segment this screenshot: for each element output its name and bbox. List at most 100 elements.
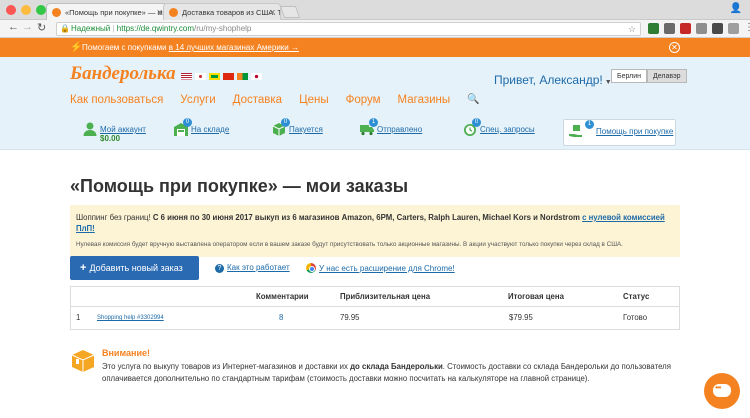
- chat-bubble-icon: [713, 383, 731, 397]
- nav-services[interactable]: Услуги: [180, 94, 215, 106]
- flag-br-icon[interactable]: [209, 73, 220, 80]
- warning-title: Внимание!: [102, 348, 150, 358]
- minimize-window-button[interactable]: [21, 5, 31, 15]
- comments-count[interactable]: 8: [279, 307, 283, 329]
- browser-tab-shophelp[interactable]: «Помощь при покупке» — м ✕: [46, 3, 168, 20]
- flag-us-icon[interactable]: [181, 73, 192, 80]
- reload-icon[interactable]: ↻: [37, 21, 46, 34]
- site-logo[interactable]: Бандеролька: [70, 63, 176, 85]
- hand-box-icon: [569, 125, 582, 137]
- nav-forum[interactable]: Форум: [346, 94, 381, 106]
- account-balance: $0.00: [100, 134, 121, 143]
- promo-notice: Шоппинг без границ! С 6 июня по 30 июня …: [70, 205, 680, 257]
- flag-kr-icon[interactable]: [195, 73, 206, 80]
- how-it-works-link[interactable]: ? Как это работает: [215, 263, 290, 273]
- close-tab-icon[interactable]: ✕: [269, 4, 276, 20]
- lightning-icon: ⚡: [70, 42, 83, 53]
- subnav-label: Мой аккаунт: [100, 125, 146, 134]
- add-order-label: Добавить новый заказ: [89, 263, 183, 273]
- close-tab-icon[interactable]: ✕: [156, 4, 163, 20]
- account-subnav: Мой аккаунт $0.00 0 На складе 0 Пакуется…: [0, 118, 750, 146]
- browser-tab-bar: «Помощь при покупке» — м ✕ Доставка това…: [0, 0, 750, 20]
- subnav-label: Пакуется: [289, 125, 323, 134]
- warning-text: Это услуга по выкупу товаров из Интернет…: [102, 361, 682, 385]
- extension-icon[interactable]: [680, 23, 691, 34]
- chrome-extension-label: У нас есть расширение для Chrome!: [319, 264, 455, 273]
- address-bar-row: ← → ↻ 🔒 Надежный | https://de.qwintry.co…: [0, 20, 750, 38]
- site-favicon-icon: [169, 8, 178, 17]
- close-promo-icon[interactable]: ✕: [669, 42, 680, 53]
- search-icon[interactable]: 🔍: [467, 94, 479, 106]
- promo-label: Помогаем с покупками: [82, 43, 167, 52]
- col-comments: Комментарии: [256, 292, 309, 301]
- table-header: Комментарии Приблизительная цена Итогова…: [71, 287, 679, 307]
- warning-block: Внимание! Это услуга по выкупу товаров и…: [70, 345, 690, 395]
- nav-how-to-use[interactable]: Как пользоваться: [70, 94, 163, 106]
- chrome-extension-link[interactable]: У нас есть расширение для Chrome!: [306, 263, 455, 273]
- chrome-icon: [306, 263, 316, 273]
- new-tab-button[interactable]: [279, 6, 301, 18]
- order-status: Готово: [623, 313, 648, 322]
- how-it-works-label: Как это работает: [227, 263, 290, 272]
- nav-delivery[interactable]: Доставка: [233, 94, 282, 106]
- user-icon: [83, 122, 97, 136]
- notice-bold: С 6 июня по 30 июня 2017 выкуп из 6 мага…: [152, 213, 580, 222]
- user-profile-icon[interactable]: 👤: [730, 3, 742, 14]
- tab-title: Доставка товаров из США. Т: [182, 8, 281, 17]
- box-warning-icon: [71, 350, 95, 372]
- warehouse-switch: Берлин Делавэр: [611, 69, 687, 83]
- flag-in-icon[interactable]: [237, 73, 248, 80]
- browser-tab-delivery[interactable]: Доставка товаров из США. Т ✕: [163, 3, 281, 20]
- url-input[interactable]: 🔒 Надежный | https://de.qwintry.com/ru/m…: [56, 22, 641, 36]
- col-status: Статус: [623, 292, 650, 301]
- flag-jp-icon[interactable]: [251, 73, 262, 80]
- forward-arrow-icon[interactable]: →: [22, 21, 33, 33]
- subnav-label: Отправлено: [377, 125, 423, 134]
- user-greeting[interactable]: Привет, Александр! ▼: [494, 73, 612, 87]
- promo-text: Помогаем с покупками в 14 лучших магазин…: [82, 38, 299, 57]
- order-link[interactable]: Shopping help #3302994: [97, 307, 164, 329]
- extension-icon[interactable]: [712, 23, 723, 34]
- flag-cn-icon[interactable]: [223, 73, 234, 80]
- city-berlin-button[interactable]: Берлин: [611, 69, 648, 83]
- nav-prices[interactable]: Цены: [299, 94, 329, 106]
- warning-bold: до склада Бандерольки: [350, 362, 443, 371]
- nav-shops[interactable]: Магазины: [398, 94, 451, 106]
- approx-price: 79.95: [340, 313, 360, 322]
- plus-icon: +: [80, 262, 87, 274]
- bookmark-star-icon[interactable]: ☆: [628, 23, 636, 35]
- subnav-label: Помощь при покупке: [596, 127, 674, 136]
- city-delaware-button[interactable]: Делавэр: [647, 69, 687, 83]
- promo-link[interactable]: в 14 лучших магазинах Америки →: [169, 43, 299, 52]
- extension-icon[interactable]: [664, 23, 675, 34]
- table-row: 1 Shopping help #3302994 8 79.95 $79.95 …: [71, 307, 679, 329]
- language-flags: [181, 73, 262, 80]
- subnav-shopping-help[interactable]: 1 Помощь при покупке: [563, 119, 676, 146]
- question-icon: ?: [215, 264, 224, 273]
- url-path: /ru/my-shophelp: [194, 24, 252, 33]
- main-nav: Как пользоваться Услуги Доставка Цены Фо…: [70, 94, 497, 106]
- menu-kebab-icon[interactable]: ⋮: [744, 23, 750, 34]
- add-order-button[interactable]: + Добавить новый заказ: [70, 256, 199, 280]
- window-controls: [6, 5, 46, 15]
- orders-table: Комментарии Приблизительная цена Итогова…: [70, 286, 680, 330]
- tab-title: «Помощь при покупке» — м: [65, 8, 163, 17]
- notice-note: Нулевая комиссия будет вручную выставлен…: [76, 241, 623, 248]
- url-host: https://de.qwintry.com: [116, 24, 195, 33]
- col-total-price: Итоговая цена: [508, 292, 564, 301]
- maximize-window-button[interactable]: [36, 5, 46, 15]
- count-badge: 1: [585, 120, 594, 129]
- extension-icon[interactable]: [648, 23, 659, 34]
- extension-icon[interactable]: [696, 23, 707, 34]
- total-price: $79.95: [509, 313, 533, 322]
- back-arrow-icon[interactable]: ←: [8, 21, 19, 33]
- site-favicon-icon: [52, 8, 61, 17]
- promo-bar: ⚡ Помогаем с покупками в 14 лучших магаз…: [0, 38, 750, 57]
- col-approx-price: Приблизительная цена: [340, 292, 431, 301]
- chat-widget-button[interactable]: [704, 373, 740, 409]
- warning-text-1: Это услуга по выкупу товаров из Интернет…: [102, 362, 348, 371]
- notice-text: Шоппинг без границ! С 6 июня по 30 июня …: [76, 212, 672, 234]
- extension-icon[interactable]: [728, 23, 739, 34]
- notice-intro: Шоппинг без границ!: [76, 213, 151, 222]
- close-window-button[interactable]: [6, 5, 16, 15]
